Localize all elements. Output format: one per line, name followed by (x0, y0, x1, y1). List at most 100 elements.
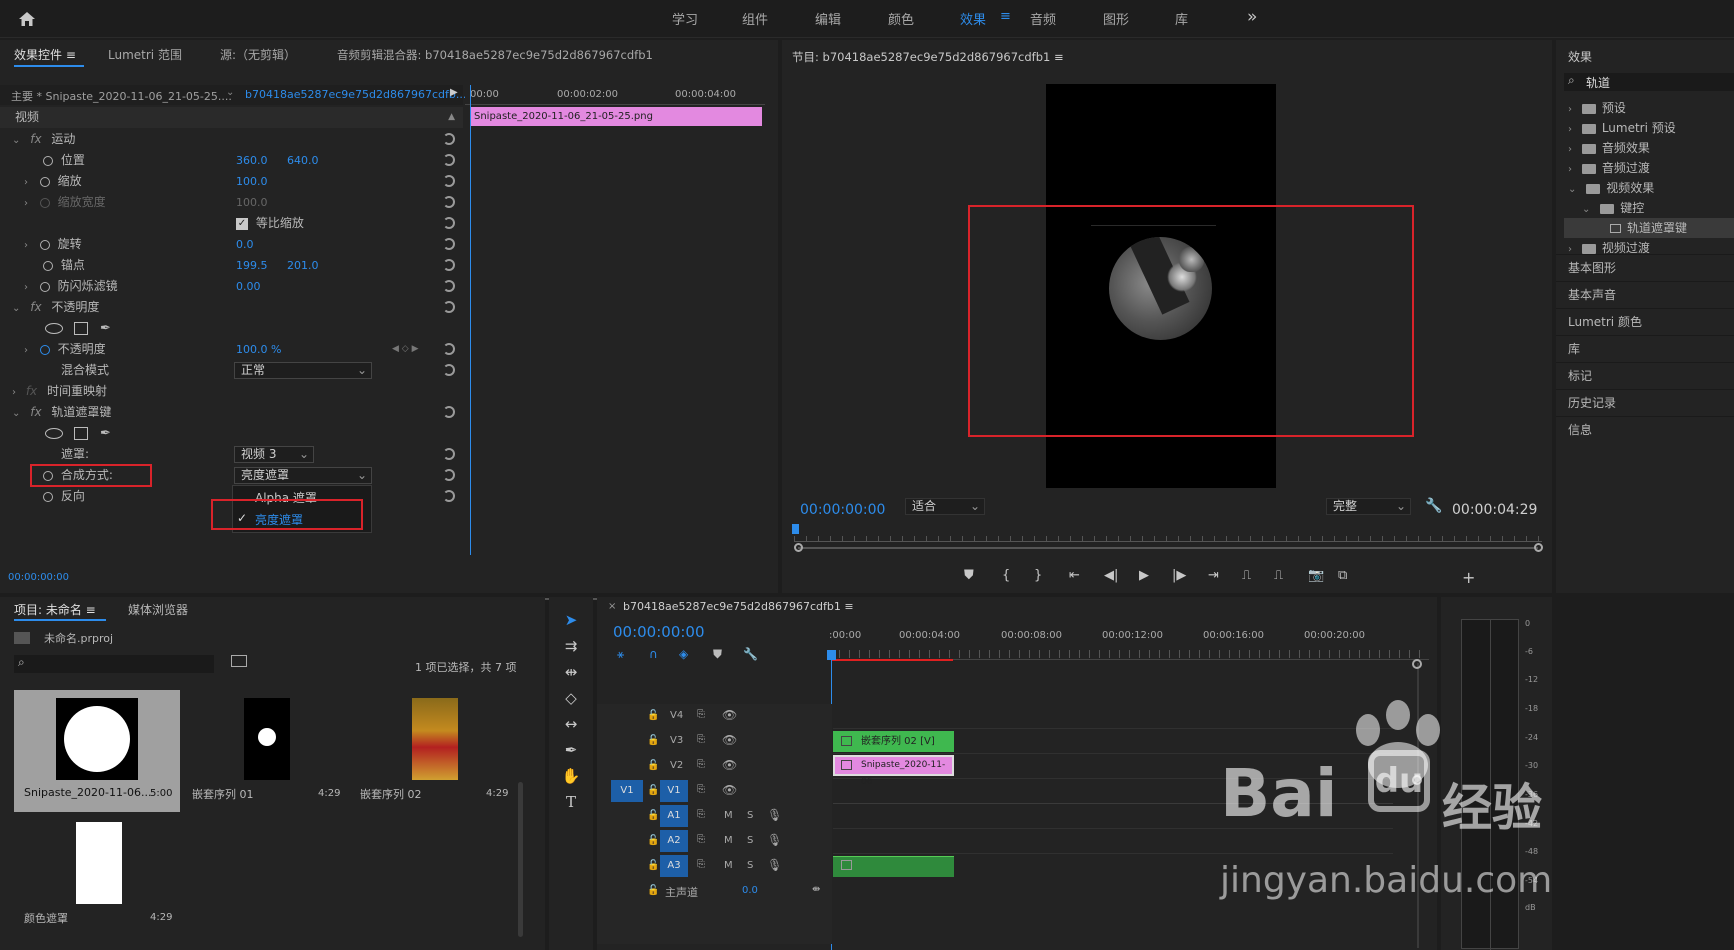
ripple-edit-tool-icon[interactable]: ⇹ (553, 663, 589, 689)
pen-tool-icon[interactable]: ✒ (553, 741, 589, 767)
lock-icon[interactable]: 🔓 (647, 860, 659, 871)
wrench-icon[interactable]: 🔧 (1425, 498, 1442, 514)
stopwatch-icon[interactable] (39, 281, 50, 292)
ec-playhead[interactable] (470, 85, 471, 555)
reset-icon[interactable] (443, 133, 455, 145)
workspace-tab-assembly[interactable]: 组件 (742, 9, 768, 28)
stopwatch-icon[interactable] (43, 491, 53, 502)
type-tool-icon[interactable]: T (553, 793, 589, 819)
effects-search[interactable]: ⌕ 轨道 (1564, 73, 1734, 91)
reset-icon[interactable] (443, 280, 455, 292)
microphone-icon[interactable]: 🎙 (767, 808, 782, 822)
zoom-handle-right[interactable] (1534, 543, 1543, 552)
program-time-ruler[interactable] (794, 524, 1542, 542)
reset-icon[interactable] (443, 406, 455, 418)
lock-icon[interactable]: 🔓 (647, 710, 659, 721)
opacity-section-row[interactable]: ⌄ fx 不透明度 (0, 297, 463, 318)
timeline-vscroll[interactable] (1417, 663, 1419, 948)
track-matte-row[interactable]: ⌄ fx 轨道遮罩键 (0, 402, 463, 423)
step-back-icon[interactable]: ◀| (1104, 568, 1118, 583)
tab-lumetri-scopes[interactable]: Lumetri 范围 (108, 40, 182, 70)
source-patch-v1[interactable]: V1 (611, 780, 643, 802)
project-item[interactable]: 嵌套序列 02 4:29 (350, 690, 516, 812)
more-workspaces-icon[interactable]: » (1247, 7, 1257, 27)
mute-button[interactable]: M (724, 810, 733, 821)
solo-button[interactable]: S (747, 835, 753, 846)
section-history[interactable]: 历史记录 (1556, 389, 1734, 416)
snap-icon[interactable]: ∩ (649, 647, 658, 661)
add-marker-icon[interactable]: ⛊ (964, 568, 974, 583)
master-volume[interactable]: 0.0 (742, 885, 758, 896)
lift-icon[interactable]: ⎍ (1242, 568, 1251, 583)
lock-icon[interactable]: 🔓 (647, 785, 659, 796)
program-zoom-bar[interactable] (798, 547, 1538, 549)
track-select-tool-icon[interactable]: ⇉ (553, 637, 589, 663)
workspace-menu-icon[interactable]: ≡ (1000, 9, 1011, 24)
scroll-handle-mid[interactable] (1412, 775, 1422, 785)
reset-icon[interactable] (443, 364, 455, 376)
program-title[interactable]: 节目: b70418ae5287ec9e75d2d867967cdfb1 ≡ (792, 49, 1064, 65)
mute-button[interactable]: M (724, 860, 733, 871)
tree-item-track-matte-key[interactable]: 轨道遮罩键 (1564, 218, 1734, 238)
extract-icon[interactable]: ⎍ (1274, 568, 1283, 583)
reset-icon[interactable] (443, 217, 455, 229)
program-playhead[interactable] (792, 524, 799, 534)
section-libraries[interactable]: 库 (1556, 335, 1734, 362)
linked-selection-icon[interactable]: ◈ (679, 647, 688, 661)
sync-icon[interactable]: ⎘ (697, 834, 705, 845)
stopwatch-icon[interactable] (39, 239, 50, 250)
stopwatch-icon[interactable] (39, 344, 50, 355)
mark-in-icon[interactable]: { (1002, 568, 1010, 583)
clip-a3-audio[interactable] (833, 856, 954, 877)
sync-icon[interactable]: ⎘ (697, 759, 705, 770)
new-bin-icon[interactable] (231, 655, 247, 667)
time-remap-row[interactable]: › fx 时间重映射 (0, 381, 463, 402)
stopwatch-icon[interactable] (43, 260, 53, 271)
go-to-out-icon[interactable]: ⇥ (1208, 568, 1219, 583)
add-marker-icon[interactable]: ⛊ (713, 647, 722, 662)
step-forward-icon[interactable]: |▶ (1172, 568, 1186, 583)
reset-icon[interactable] (443, 301, 455, 313)
section-markers[interactable]: 标记 (1556, 362, 1734, 389)
motion-row[interactable]: ⌄ fx 运动 (0, 129, 463, 150)
tree-item-audio-transitions[interactable]: › 音频过渡 (1556, 158, 1650, 178)
rectangle-mask-icon[interactable] (74, 322, 88, 335)
reset-icon[interactable] (443, 175, 455, 187)
reset-icon[interactable] (443, 259, 455, 271)
tree-item-keying[interactable]: ⌄ 键控 (1556, 198, 1644, 218)
lock-icon[interactable]: 🔓 (647, 835, 659, 846)
hand-tool-icon[interactable]: ✋ (553, 767, 589, 793)
project-item[interactable]: 颜色遮罩 4:29 (14, 814, 180, 936)
workspace-tab-editing[interactable]: 编辑 (815, 9, 841, 28)
anti-flicker-value[interactable]: 0.00 (236, 276, 261, 297)
project-item[interactable]: 嵌套序列 01 4:29 (182, 690, 348, 812)
sync-icon[interactable]: ⎘ (697, 734, 705, 745)
workspace-tab-audio[interactable]: 音频 (1030, 9, 1056, 28)
ellipse-mask-icon[interactable] (45, 323, 63, 334)
microphone-icon[interactable]: 🎙 (767, 858, 782, 872)
work-area-bar[interactable] (832, 659, 953, 661)
ec-clip-bar[interactable]: Snipaste_2020-11-06_21-05-25.png (470, 107, 762, 126)
anchor-x[interactable]: 199.5 (236, 255, 268, 276)
mute-button[interactable]: M (724, 835, 733, 846)
razor-tool-icon[interactable]: ◇ (553, 689, 589, 715)
tab-project[interactable]: 项目: 未命名 ≡ (14, 601, 96, 618)
eye-icon[interactable]: 👁 (722, 758, 737, 772)
project-item[interactable]: Snipaste_2020-11-06... 5:00 (14, 690, 180, 812)
play-arrow-icon[interactable]: ▶ (450, 87, 458, 98)
lock-icon[interactable]: 🔓 (647, 760, 659, 771)
nest-icon[interactable]: ⚹ (617, 647, 624, 662)
effects-title[interactable]: 效果 (1568, 48, 1592, 65)
go-to-in-icon[interactable]: ⇤ (1069, 568, 1080, 583)
lock-icon[interactable]: 🔓 (647, 810, 659, 821)
reset-icon[interactable] (443, 448, 455, 460)
skip-icon[interactable]: ⇼ (812, 884, 820, 895)
eye-icon[interactable]: 👁 (722, 783, 737, 797)
section-essential-sound[interactable]: 基本声音 (1556, 281, 1734, 308)
section-lumetri-color[interactable]: Lumetri 颜色 (1556, 308, 1734, 335)
composite-dropdown[interactable]: 亮度遮罩 ⌄ (234, 467, 372, 484)
sync-icon[interactable]: ⎘ (697, 784, 705, 795)
section-essential-graphics[interactable]: 基本图形 (1556, 254, 1734, 281)
timeline-timecode[interactable]: 00:00:00:00 (613, 623, 705, 641)
reset-icon[interactable] (443, 154, 455, 166)
